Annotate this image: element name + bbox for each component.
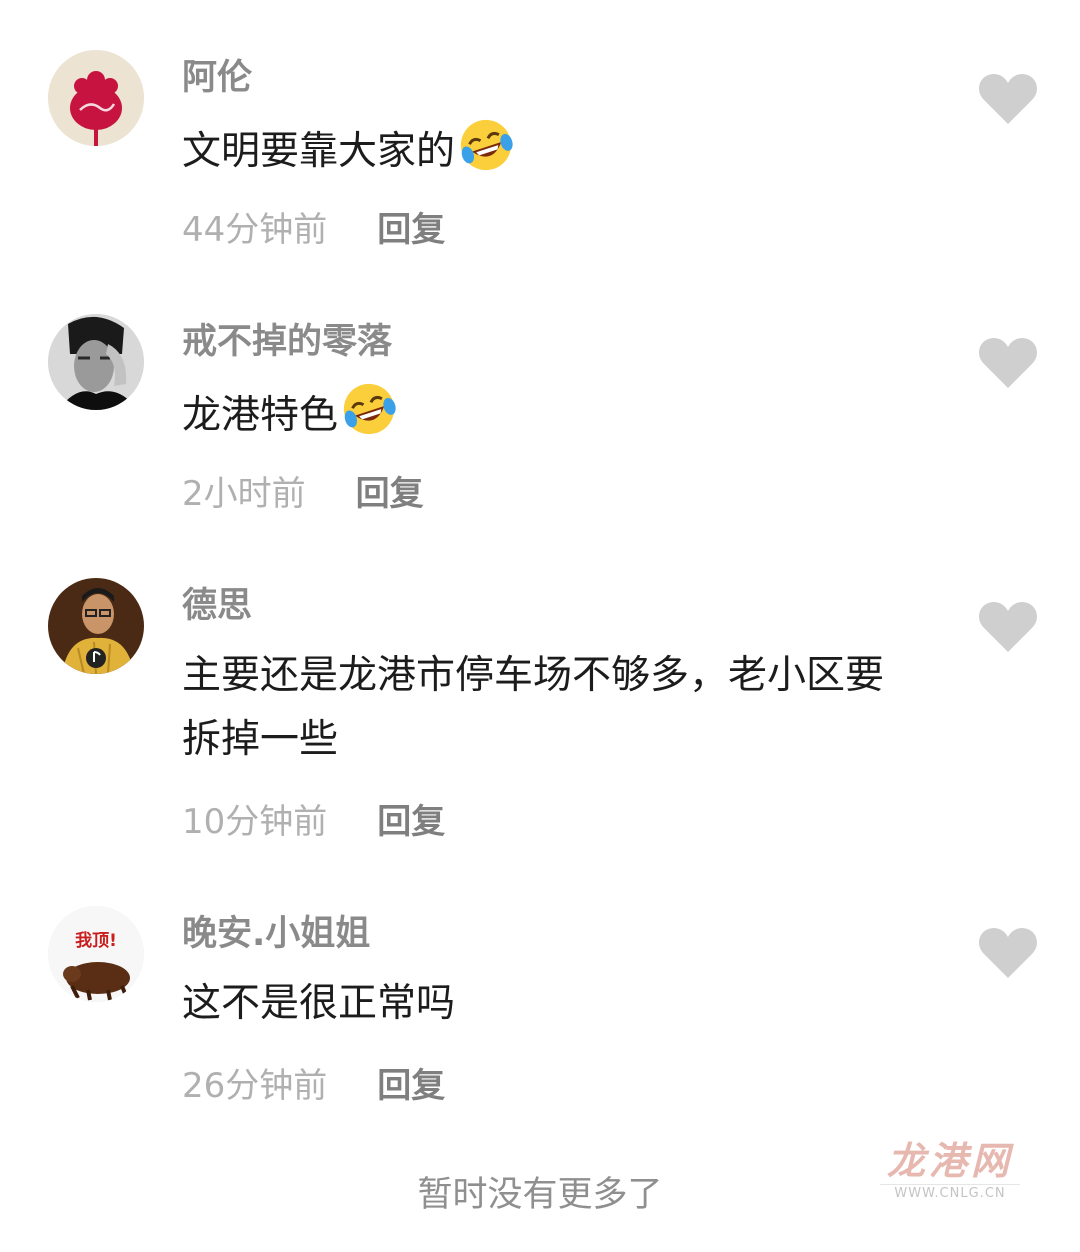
comment-meta: 44分钟前 回复 xyxy=(182,208,445,252)
avatar[interactable] xyxy=(48,50,144,146)
watermark-title: 龙港网 xyxy=(886,1138,1013,1183)
watermark-url: WWW.CNLG.CN xyxy=(880,1184,1020,1203)
username[interactable]: 阿伦 xyxy=(182,56,252,100)
like-button[interactable] xyxy=(978,600,1038,654)
username[interactable]: 戒不掉的零落 xyxy=(182,320,392,364)
laughing-crying-emoji xyxy=(460,119,513,171)
watermark-logo: 龙港网 WWW.CNLG.CN xyxy=(880,1138,1020,1203)
heart-icon xyxy=(979,74,1037,124)
comment-text: 龙港特色 xyxy=(182,380,922,448)
comment-time: 26分钟前 xyxy=(182,1066,328,1106)
portrait-avatar-image xyxy=(48,314,144,410)
reply-button[interactable]: 回复 xyxy=(356,474,424,514)
comment-time: 10分钟前 xyxy=(182,802,328,842)
avatar[interactable] xyxy=(48,314,144,410)
reply-button[interactable]: 回复 xyxy=(377,802,445,842)
comment-text-body: 龙港特色 xyxy=(182,393,339,438)
username[interactable]: 晚安.小姐姐 xyxy=(182,912,370,956)
like-button[interactable] xyxy=(978,926,1038,980)
laughing-crying-emoji xyxy=(343,383,396,435)
heart-icon xyxy=(979,602,1037,652)
man-portrait-avatar-image xyxy=(48,578,144,674)
comment-text: 这不是很正常吗 xyxy=(182,981,456,1026)
heart-icon xyxy=(979,928,1037,978)
avatar[interactable]: 我顶! xyxy=(48,906,144,1002)
reply-button[interactable]: 回复 xyxy=(377,1066,445,1106)
comment-text: 文明要靠大家的 xyxy=(182,116,922,184)
comment-time: 44分钟前 xyxy=(182,210,328,250)
avatar-caption: 我顶! xyxy=(75,931,117,951)
red-flower-avatar-image xyxy=(48,50,144,146)
like-button[interactable] xyxy=(978,72,1038,126)
username[interactable]: 德思 xyxy=(182,584,252,628)
comment-meta: 2小时前 回复 xyxy=(182,472,424,516)
comment-text: 主要还是龙港市停车场不够多，老小区要拆掉一些 xyxy=(182,653,885,762)
comment-time: 2小时前 xyxy=(182,474,306,514)
reply-button[interactable]: 回复 xyxy=(377,210,445,250)
comment-meta: 26分钟前 回复 xyxy=(182,1064,445,1108)
bear-avatar-image: 我顶! xyxy=(48,906,144,1002)
heart-icon xyxy=(979,338,1037,388)
comment-meta: 10分钟前 回复 xyxy=(182,800,445,844)
comment-text-body: 文明要靠大家的 xyxy=(182,129,456,174)
avatar[interactable] xyxy=(48,578,144,674)
like-button[interactable] xyxy=(978,336,1038,390)
